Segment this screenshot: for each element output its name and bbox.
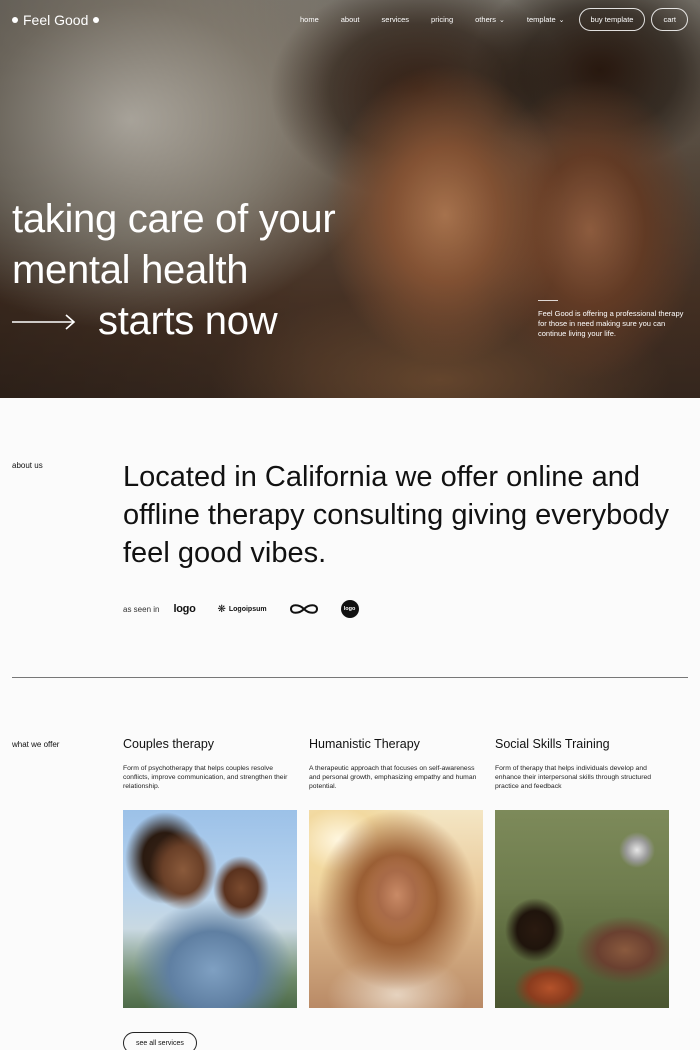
main-nav: home about services pricing others ⌄ temp…	[300, 8, 688, 31]
infinity-logo-icon	[289, 604, 318, 614]
arrow-right-icon	[12, 313, 76, 330]
as-seen-in-row: as seen in logo ❋ Logoipsum logo	[123, 600, 381, 618]
about-statement: Located in California we offer online an…	[123, 461, 669, 569]
hero-description-rule	[538, 300, 558, 301]
about-section-label: about us	[12, 461, 43, 470]
logo-dot-left	[12, 17, 18, 23]
nav-home[interactable]: home	[300, 15, 319, 24]
cart-button[interactable]: cart	[651, 8, 688, 31]
service-description: Form of therapy that helps individuals d…	[495, 765, 652, 790]
as-seen-in-label: as seen in	[123, 604, 160, 614]
headline-line-1: taking care of your	[12, 197, 336, 241]
press-logo-4: logo	[340, 600, 359, 618]
services-section-label: what we offer	[12, 740, 60, 749]
press-logo-1: logo	[173, 603, 196, 615]
hero-headline: taking care of your mental health starts…	[12, 194, 336, 347]
press-logo-3	[289, 603, 319, 615]
service-card-humanistic[interactable]: Humanistic Therapy A therapeutic approac…	[309, 737, 483, 809]
section-divider	[12, 677, 688, 678]
service-title: Humanistic Therapy	[309, 737, 420, 751]
hero-description-text: Feel Good is offering a professional the…	[538, 309, 684, 338]
nav-others-label: others	[475, 15, 496, 24]
press-logo-2: ❋ Logoipsum	[217, 604, 266, 615]
buy-template-button[interactable]: buy template	[578, 8, 646, 31]
logo-text: Feel Good	[23, 12, 89, 28]
nav-pricing[interactable]: pricing	[431, 15, 453, 24]
nav-others[interactable]: others ⌄	[475, 15, 505, 24]
clover-icon: ❋	[217, 603, 226, 615]
headline-line-3-text: starts now	[98, 299, 278, 343]
see-all-services-button[interactable]: see all services	[123, 1032, 197, 1050]
social-skills-photo[interactable]	[495, 810, 669, 1008]
nav-template-label: template	[526, 15, 556, 24]
service-description: Form of psychotherapy that helps couples…	[123, 765, 288, 790]
chevron-down-icon: ⌄	[558, 16, 565, 24]
headline-line-2: mental health	[12, 248, 249, 292]
hero-description: Feel Good is offering a professional the…	[538, 300, 688, 339]
service-card-social-skills[interactable]: Social Skills Training Form of therapy t…	[495, 737, 669, 809]
nav-template[interactable]: template ⌄	[527, 15, 565, 24]
hero-section: Feel Good home about services pricing ot…	[0, 0, 700, 398]
press-logo-2-text: Logoipsum	[228, 605, 267, 613]
logo-dot-right	[93, 17, 100, 23]
service-description: A therapeutic approach that focuses on s…	[309, 765, 477, 790]
nav-about[interactable]: about	[341, 15, 360, 24]
site-logo[interactable]: Feel Good	[12, 12, 100, 28]
nav-services[interactable]: services	[382, 15, 410, 24]
couples-therapy-photo[interactable]	[123, 810, 297, 1008]
chevron-down-icon: ⌄	[499, 16, 505, 24]
headline-line-3: starts now	[12, 296, 335, 347]
service-title: Couples therapy	[123, 737, 215, 751]
service-card-couples[interactable]: Couples therapy Form of psychotherapy th…	[123, 737, 297, 809]
service-title: Social Skills Training	[495, 737, 610, 751]
humanistic-therapy-photo[interactable]	[309, 810, 483, 1008]
